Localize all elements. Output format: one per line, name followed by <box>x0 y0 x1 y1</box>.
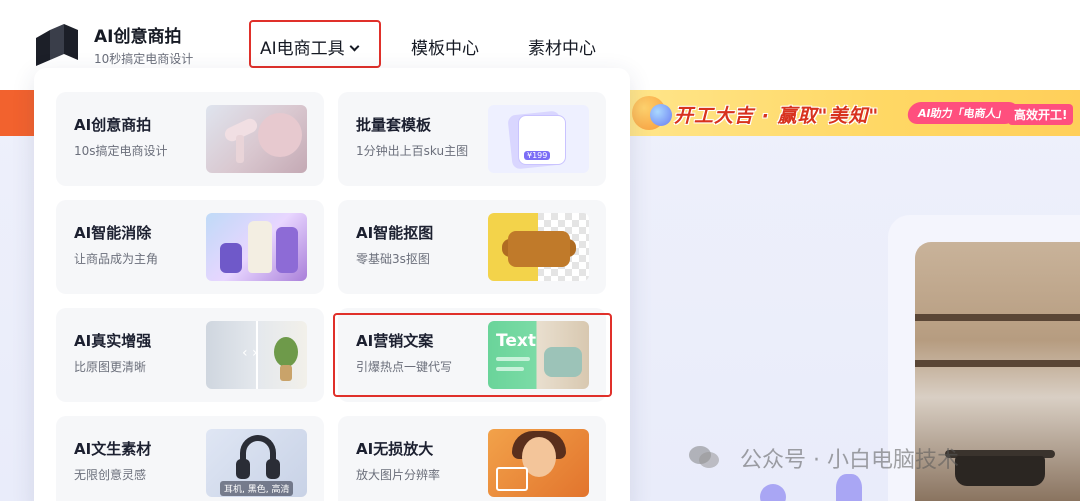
price-badge: ¥199 <box>524 151 551 160</box>
tool-card-batch-template[interactable]: 批量套模板 1分钟出上百sku主图 ¥199 <box>338 92 606 186</box>
tool-title: AI文生素材 <box>74 440 152 458</box>
hero-orange-strip <box>0 90 34 136</box>
prompt-caption: 耳机, 黑色, 高清 <box>220 481 294 496</box>
tool-desc: 放大图片分辨率 <box>356 468 441 482</box>
tool-desc: 比原图更清晰 <box>74 360 147 374</box>
tool-desc: 10s搞定电商设计 <box>74 144 168 158</box>
brand-title: AI创意商拍 <box>94 27 182 47</box>
shelf <box>915 360 1080 367</box>
decorative-blob <box>836 474 862 501</box>
highlight-box-nav <box>249 20 381 68</box>
tool-card-text-to-asset[interactable]: AI文生素材 无限创意灵感 耳机, 黑色, 高清 <box>56 416 324 501</box>
tool-title: AI智能抠图 <box>356 224 434 242</box>
nav-materials[interactable]: 素材中心 <box>528 34 596 59</box>
tool-title: AI真实增强 <box>74 332 152 350</box>
tool-desc: 零基础3s抠图 <box>356 252 430 266</box>
tool-card-enhance[interactable]: AI真实增强 比原图更清晰 ‹ › <box>56 308 324 402</box>
watermark-text: 公众号 · 小白电脑技术 <box>740 448 959 473</box>
banner-tail: 高效开工! <box>1008 104 1074 125</box>
brand-subtitle: 10秒搞定电商设计 <box>94 52 194 66</box>
tools-dropdown: AI创意商拍 10s搞定电商设计 批量套模板 1分钟出上百sku主图 ¥199 … <box>34 68 630 501</box>
highlight-box-marketing-copy <box>333 313 612 397</box>
tool-title: AI无损放大 <box>356 440 434 458</box>
brand-logo-icon[interactable] <box>36 24 78 66</box>
tool-card-creative-shoot[interactable]: AI创意商拍 10s搞定电商设计 <box>56 92 324 186</box>
portrait-thumbnail <box>488 429 589 497</box>
tool-title: AI创意商拍 <box>74 116 152 134</box>
pot <box>955 456 1045 486</box>
banner-headline: 开工大吉 · 赢取"美知" <box>674 105 880 127</box>
tool-desc: 无限创意灵感 <box>74 468 147 482</box>
tool-title: AI智能消除 <box>74 224 152 242</box>
tool-card-smart-cutout[interactable]: AI智能抠图 零基础3s抠图 <box>338 200 606 294</box>
hair-dryer-thumbnail <box>206 105 307 173</box>
tool-desc: 1分钟出上百sku主图 <box>356 144 469 158</box>
nav-templates[interactable]: 模板中心 <box>411 34 479 59</box>
tool-title: 批量套模板 <box>356 116 432 134</box>
tool-desc: 让商品成为主角 <box>74 252 159 266</box>
shelf <box>915 314 1080 321</box>
plant-thumbnail: ‹ › <box>206 321 307 389</box>
tool-card-upscale[interactable]: AI无损放大 放大图片分辨率 <box>338 416 606 501</box>
earbuds-thumbnail: ¥199 <box>488 105 589 173</box>
balloon-icon <box>650 104 672 126</box>
armchair-thumbnail <box>488 213 589 281</box>
headphones-thumbnail: 耳机, 黑色, 高清 <box>206 429 307 497</box>
banner-pill: AI助力「电商人」 <box>906 102 1020 124</box>
wechat-icon <box>689 446 719 468</box>
cosmetics-thumbnail <box>206 213 307 281</box>
tool-card-smart-erase[interactable]: AI智能消除 让商品成为主角 <box>56 200 324 294</box>
promo-banner[interactable]: 开工大吉 · 赢取"美知" AI助力「电商人」 高效开工! <box>628 90 1080 136</box>
